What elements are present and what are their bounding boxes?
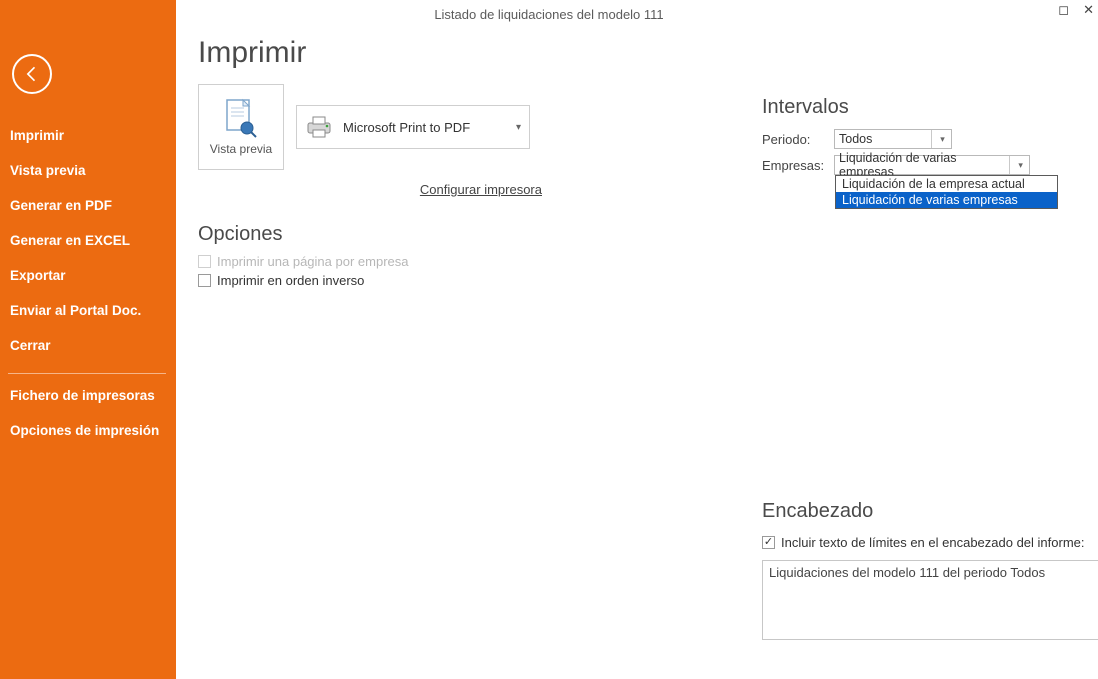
option-one-per-company-label: Imprimir una página por empresa bbox=[217, 254, 408, 269]
period-label: Periodo: bbox=[762, 132, 826, 147]
options-heading: Opciones bbox=[198, 223, 558, 246]
checkbox-include-limits[interactable] bbox=[762, 536, 775, 549]
header-text: Liquidaciones del modelo 111 del periodo… bbox=[769, 565, 1045, 580]
preview-button-label: Vista previa bbox=[210, 142, 272, 156]
document-magnify-icon bbox=[224, 98, 258, 138]
printer-icon bbox=[305, 115, 333, 139]
checkbox-one-per-company bbox=[198, 255, 211, 268]
sidebar-item-portal[interactable]: Enviar al Portal Doc. bbox=[0, 293, 176, 328]
sidebar-item-close[interactable]: Cerrar bbox=[0, 328, 176, 363]
period-value: Todos bbox=[839, 132, 872, 146]
sidebar-item-preview[interactable]: Vista previa bbox=[0, 153, 176, 188]
option-reverse-order-label: Imprimir en orden inverso bbox=[217, 273, 364, 288]
companies-option-multiple[interactable]: Liquidación de varias empresas bbox=[836, 192, 1057, 208]
option-one-per-company: Imprimir una página por empresa bbox=[198, 254, 558, 269]
sidebar-item-pdf[interactable]: Generar en PDF bbox=[0, 188, 176, 223]
intervals-heading: Intervalos bbox=[762, 96, 1098, 119]
period-combo[interactable]: Todos ▾ bbox=[834, 129, 952, 149]
sidebar-separator bbox=[8, 373, 166, 374]
back-button[interactable] bbox=[12, 54, 52, 94]
header-textarea[interactable]: Liquidaciones del modelo 111 del periodo… bbox=[762, 560, 1098, 640]
chevron-down-icon: ▾ bbox=[931, 130, 947, 148]
printer-selector[interactable]: Microsoft Print to PDF ▾ bbox=[296, 105, 530, 149]
include-limits-label: Incluir texto de límites en el encabezad… bbox=[781, 535, 1085, 550]
sidebar-item-excel[interactable]: Generar en EXCEL bbox=[0, 223, 176, 258]
companies-label: Empresas: bbox=[762, 158, 826, 173]
preview-button[interactable]: Vista previa bbox=[198, 84, 284, 170]
sidebar-item-export[interactable]: Exportar bbox=[0, 258, 176, 293]
chevron-down-icon: ▾ bbox=[516, 122, 521, 133]
option-reverse-order[interactable]: Imprimir en orden inverso bbox=[198, 273, 558, 288]
arrow-left-icon bbox=[22, 64, 42, 84]
header-heading: Encabezado bbox=[762, 500, 1098, 523]
sidebar: Imprimir Vista previa Generar en PDF Gen… bbox=[0, 0, 176, 679]
close-button[interactable]: ✕ bbox=[1083, 2, 1094, 18]
sidebar-item-printers-file[interactable]: Fichero de impresoras bbox=[0, 378, 176, 413]
sidebar-item-print[interactable]: Imprimir bbox=[0, 118, 176, 153]
sidebar-item-print-options[interactable]: Opciones de impresión bbox=[0, 413, 176, 448]
chevron-down-icon: ▾ bbox=[1009, 156, 1025, 174]
maximize-button[interactable]: ◻ bbox=[1058, 2, 1069, 18]
configure-printer-link[interactable]: Configurar impresora bbox=[420, 182, 542, 197]
companies-option-current[interactable]: Liquidación de la empresa actual bbox=[836, 176, 1057, 192]
companies-dropdown[interactable]: Liquidación de la empresa actual Liquida… bbox=[835, 175, 1058, 209]
printer-name: Microsoft Print to PDF bbox=[343, 120, 470, 135]
checkbox-reverse-order[interactable] bbox=[198, 274, 211, 287]
companies-combo[interactable]: Liquidación de varias empresas ▾ Liquida… bbox=[834, 155, 1030, 175]
include-limits-row[interactable]: Incluir texto de límites en el encabezad… bbox=[762, 535, 1098, 550]
